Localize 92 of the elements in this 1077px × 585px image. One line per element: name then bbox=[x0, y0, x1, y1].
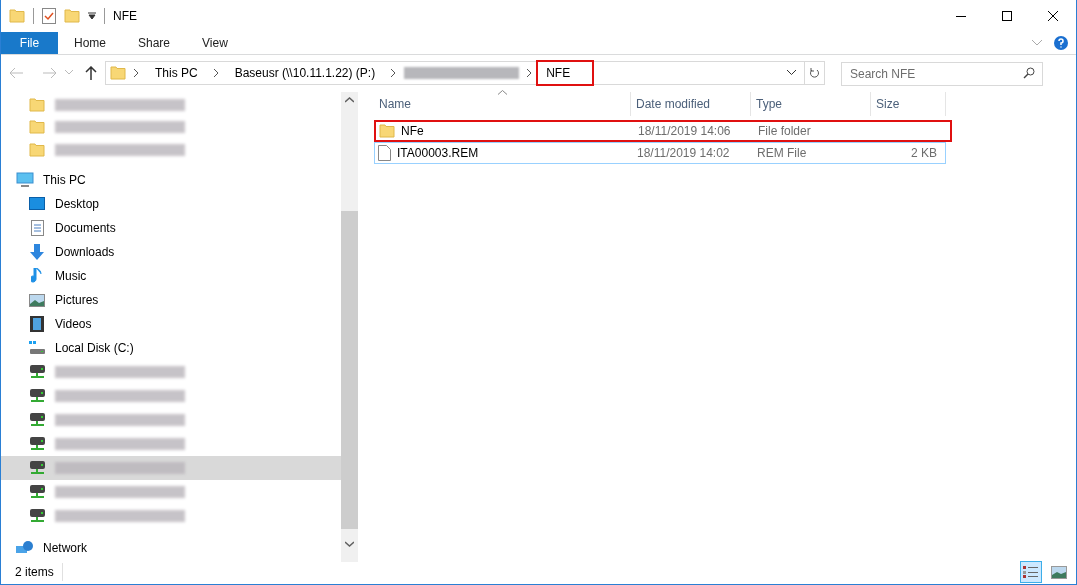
column-header[interactable]: Date modified bbox=[631, 92, 751, 116]
close-icon bbox=[1048, 11, 1058, 21]
ribbon-tab[interactable]: Home bbox=[58, 32, 122, 54]
nav-item[interactable]: Local Disk (C:) bbox=[1, 336, 341, 360]
column-header[interactable]: Size bbox=[871, 92, 946, 116]
nav-item-label: Pictures bbox=[55, 292, 99, 309]
sort-up-icon[interactable] bbox=[498, 90, 507, 95]
monitor-icon bbox=[16, 172, 34, 188]
breadcrumb[interactable]: NFE bbox=[536, 59, 595, 86]
nav-item[interactable]: Videos bbox=[1, 312, 341, 336]
film-icon bbox=[30, 316, 44, 332]
network-globe-icon bbox=[16, 540, 34, 556]
help-icon[interactable] bbox=[1054, 36, 1068, 50]
scrollbar-thumb[interactable] bbox=[341, 211, 358, 529]
details-view-button[interactable] bbox=[1020, 561, 1042, 583]
chevron-right-icon bbox=[213, 68, 219, 77]
network-drive-icon bbox=[29, 436, 45, 452]
ribbon-tab[interactable]: View bbox=[186, 32, 244, 54]
file-row[interactable]: NFe 18/11/2019 14:06 File folder bbox=[374, 120, 952, 142]
dropdown-icon[interactable] bbox=[88, 12, 96, 20]
ribbon-tab[interactable]: File bbox=[1, 32, 58, 54]
scrollbar[interactable] bbox=[341, 92, 358, 562]
file-icon bbox=[378, 145, 391, 161]
nav-item-label: Downloads bbox=[55, 244, 115, 261]
refresh-icon bbox=[809, 66, 820, 79]
nav-item[interactable]: Documents bbox=[1, 216, 341, 240]
nav-item-label: Videos bbox=[55, 316, 92, 333]
back-arrow-icon[interactable] bbox=[9, 66, 23, 79]
picture-icon bbox=[29, 293, 45, 307]
network-drive-icon bbox=[29, 364, 45, 380]
file-row[interactable]: ITA00003.REM 18/11/2019 14:02 REM File 2 KB bbox=[374, 142, 946, 164]
chevron-right-icon bbox=[134, 68, 139, 77]
up-arrow-icon[interactable] bbox=[85, 65, 97, 80]
blurred-breadcrumb[interactable] bbox=[404, 66, 520, 79]
date-modified: 18/11/2019 14:06 bbox=[637, 123, 732, 140]
nav-item[interactable]: Desktop bbox=[1, 192, 341, 216]
network-drive-icon bbox=[29, 460, 45, 476]
nav-item-label: Desktop bbox=[55, 196, 100, 213]
network-drive-icon bbox=[29, 484, 45, 500]
nav-item[interactable]: Network bbox=[1, 536, 341, 560]
expand-ribbon-icon[interactable] bbox=[1032, 40, 1042, 46]
nav-item-label: Local Disk (C:) bbox=[55, 340, 134, 357]
nav-item[interactable]: This PC bbox=[1, 168, 341, 192]
file-size: 2 KB bbox=[910, 145, 938, 162]
folder-icon bbox=[29, 97, 45, 114]
nav-item-label: This PC bbox=[43, 172, 86, 189]
nav-item-label: Music bbox=[55, 268, 87, 285]
address-dropdown-icon[interactable] bbox=[787, 69, 796, 76]
network-drive-icon bbox=[29, 412, 45, 428]
folder-icon bbox=[379, 123, 395, 139]
nav-item[interactable]: Music bbox=[1, 264, 341, 288]
forward-arrow-icon[interactable] bbox=[43, 66, 57, 79]
down-arrow-icon bbox=[29, 244, 45, 260]
nav-item[interactable]: Pictures bbox=[1, 288, 341, 312]
folder-icon bbox=[9, 8, 25, 24]
chevron-right-icon bbox=[391, 68, 397, 77]
address-bar[interactable]: This PC Baseusr (\\10.11.1.22) (P:) NFE bbox=[105, 60, 825, 85]
new-folder-icon bbox=[64, 8, 80, 24]
search-field[interactable]: Search NFE bbox=[841, 61, 1043, 86]
maximize-icon bbox=[1002, 11, 1012, 21]
search-icon bbox=[1023, 66, 1035, 79]
document-icon bbox=[30, 220, 44, 236]
nav-item-label: Documents bbox=[55, 220, 116, 237]
file-type: REM File bbox=[756, 145, 808, 162]
column-header[interactable]: Type bbox=[751, 92, 871, 116]
desktop-icon bbox=[29, 197, 45, 211]
file-type: File folder bbox=[757, 123, 812, 140]
disk-drive-icon bbox=[29, 341, 45, 355]
file-name: NFe bbox=[401, 123, 424, 140]
breadcrumb[interactable]: This PC bbox=[147, 61, 206, 84]
scroll-up-icon[interactable] bbox=[345, 97, 354, 103]
scroll-down-icon[interactable] bbox=[345, 541, 354, 547]
network-drive-icon bbox=[29, 508, 45, 524]
network-drive-icon bbox=[29, 388, 45, 404]
file-name: ITA00003.REM bbox=[397, 145, 479, 162]
nav-item[interactable] bbox=[1, 456, 341, 480]
music-note-icon bbox=[31, 268, 43, 284]
date-modified: 18/11/2019 14:02 bbox=[636, 145, 731, 162]
folder-icon bbox=[110, 64, 126, 81]
ribbon-tab[interactable]: Share bbox=[122, 32, 187, 54]
minimize-icon bbox=[956, 15, 966, 17]
column-header[interactable]: Name bbox=[374, 92, 631, 116]
folder-icon bbox=[29, 119, 45, 136]
window-title: NFE bbox=[113, 8, 137, 25]
nav-item-label: Network bbox=[43, 540, 87, 557]
breadcrumb[interactable]: Baseusr (\\10.11.1.22) (P:) bbox=[226, 61, 384, 84]
folder-icon bbox=[29, 141, 45, 158]
recent-dropdown-icon[interactable] bbox=[65, 70, 73, 75]
properties-icon[interactable] bbox=[42, 8, 56, 24]
chevron-right-icon bbox=[527, 68, 533, 77]
item-count: 2 items bbox=[15, 563, 63, 581]
nav-item[interactable]: Downloads bbox=[1, 240, 341, 264]
